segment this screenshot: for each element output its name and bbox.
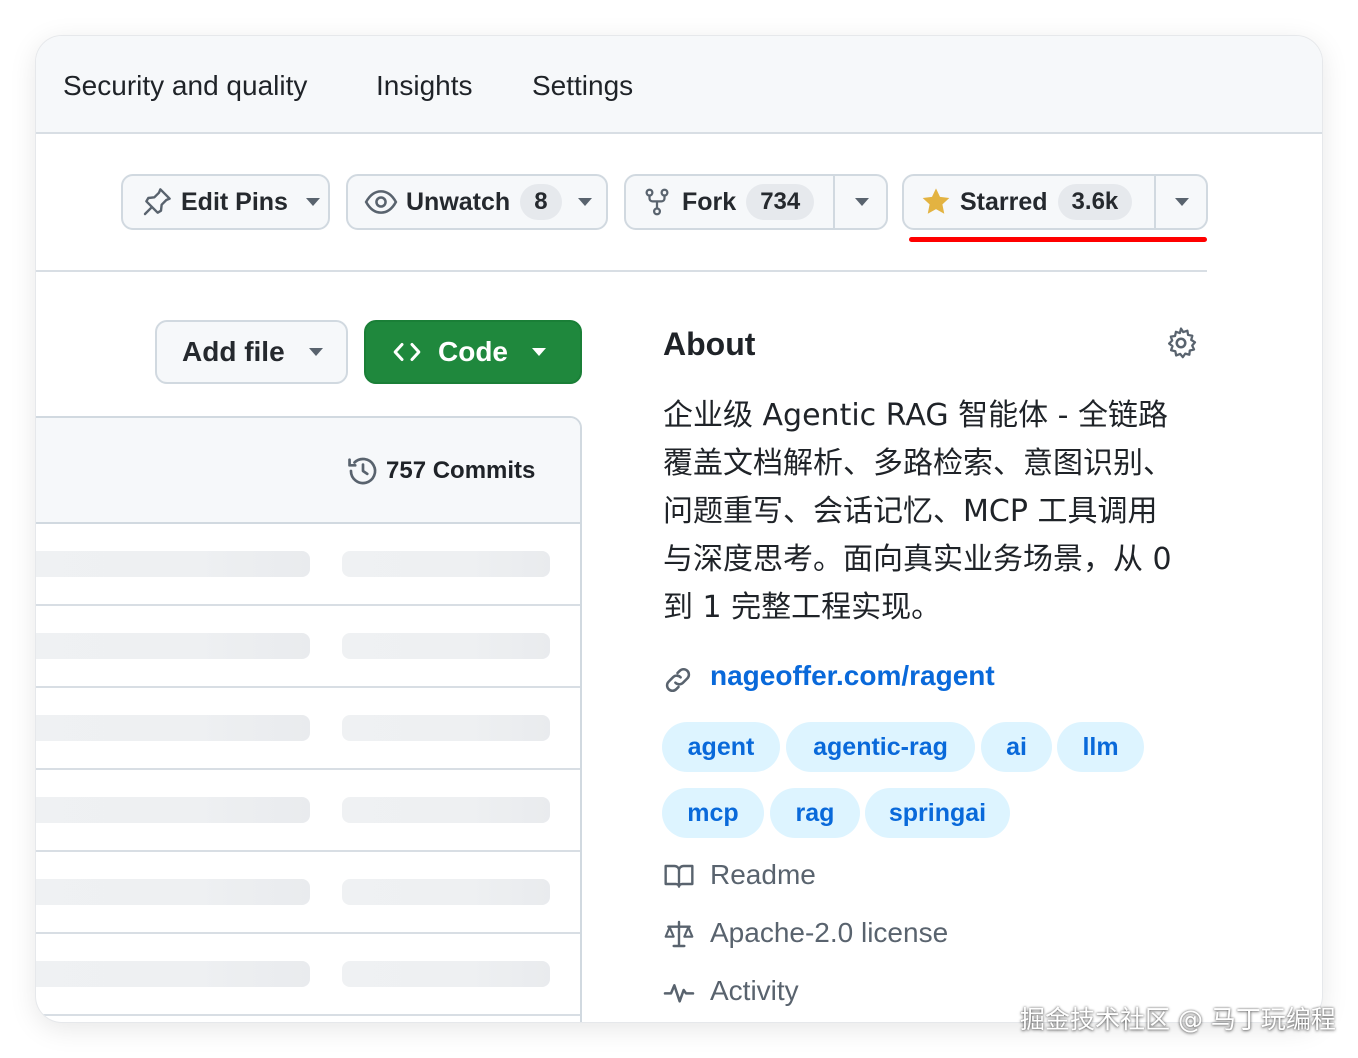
- code-button[interactable]: Code: [364, 320, 582, 384]
- highlight-underline: [909, 237, 1207, 242]
- repo-description: 企业级 Agentic RAG 智能体 - 全链路 覆盖文档解析、多路检索、意图…: [663, 392, 1213, 632]
- topic-tag[interactable]: agent: [662, 722, 780, 772]
- unwatch-button[interactable]: Unwatch 8: [346, 174, 608, 230]
- skeleton-bar: [342, 879, 550, 905]
- fork-count-badge: 734: [746, 184, 815, 220]
- chevron-down-icon: [577, 198, 592, 206]
- starred-button-group: Starred 3.6k: [902, 174, 1208, 230]
- skeleton-bar: [342, 633, 550, 659]
- book-icon: [664, 864, 694, 888]
- commits-label: 757 Commits: [386, 457, 536, 484]
- description-line: 企业级 Agentic RAG 智能体 - 全链路: [663, 398, 1169, 433]
- website-link[interactable]: nageoffer.com/ragent: [710, 660, 995, 692]
- tab-settings[interactable]: Settings: [532, 70, 633, 102]
- star-dropdown-button[interactable]: [1154, 176, 1208, 228]
- pin-icon: [143, 188, 171, 216]
- link-icon: [665, 667, 691, 693]
- file-list-header: 757 Commits: [36, 418, 580, 524]
- add-file-label: Add file: [182, 336, 285, 367]
- chevron-down-icon: [1175, 198, 1189, 206]
- fork-label[interactable]: Fork: [682, 188, 736, 217]
- watermark-text: 掘金技术社区 @ 马丁玩编程: [1020, 1005, 1336, 1034]
- topic-tag[interactable]: ai: [981, 722, 1052, 772]
- gear-icon[interactable]: [1164, 326, 1198, 360]
- skeleton-bar: [36, 715, 310, 741]
- file-row-skeleton: [36, 524, 580, 606]
- commits-link[interactable]: 757 Commits: [346, 454, 535, 488]
- topic-tag[interactable]: springai: [865, 788, 1010, 838]
- unwatch-label: Unwatch: [406, 187, 511, 216]
- add-file-button[interactable]: Add file: [155, 320, 348, 384]
- eye-icon: [364, 190, 398, 214]
- edit-pins-label: Edit Pins: [181, 187, 288, 216]
- chevron-down-icon: [308, 348, 323, 356]
- starred-label[interactable]: Starred: [960, 188, 1048, 217]
- activity-link[interactable]: Activity: [710, 975, 799, 1007]
- code-label: Code: [438, 336, 508, 367]
- topic-tag[interactable]: llm: [1057, 722, 1144, 772]
- chevron-down-icon: [305, 198, 320, 206]
- file-list: 757 Commits: [36, 416, 582, 1022]
- about-heading: About: [663, 326, 756, 362]
- file-row-skeleton: [36, 934, 580, 1016]
- star-fill-icon: [922, 188, 950, 214]
- file-row-skeleton: [36, 688, 580, 770]
- description-line: 与深度思考。面向真实业务场景，从 0: [663, 542, 1172, 577]
- pulse-icon: [663, 984, 695, 1003]
- history-icon: [348, 457, 377, 485]
- repo-page-card: Security and quality Insights Settings E…: [36, 36, 1322, 1022]
- chevron-down-icon: [854, 198, 869, 206]
- skeleton-bar: [36, 879, 310, 905]
- file-row-skeleton: [36, 852, 580, 934]
- section-divider: [36, 270, 1207, 272]
- topic-tag[interactable]: agentic-rag: [786, 722, 975, 772]
- description-line: 到 1 完整工程实现。: [663, 590, 942, 625]
- skeleton-bar: [36, 961, 310, 987]
- description-line: 覆盖文档解析、多路检索、意图识别、: [663, 446, 1173, 481]
- skeleton-bar: [342, 551, 550, 577]
- tab-security-and-quality[interactable]: Security and quality: [63, 70, 307, 102]
- topic-tag[interactable]: mcp: [662, 788, 764, 838]
- chevron-down-icon: [532, 348, 546, 356]
- license-link[interactable]: Apache-2.0 license: [710, 917, 948, 949]
- tab-insights[interactable]: Insights: [376, 70, 473, 102]
- edit-pins-button[interactable]: Edit Pins: [121, 174, 330, 230]
- repo-nav: Security and quality Insights Settings: [36, 36, 1322, 134]
- topic-tag[interactable]: rag: [770, 788, 860, 838]
- skeleton-bar: [36, 797, 310, 823]
- star-count-badge: 3.6k: [1057, 184, 1133, 220]
- fork-button-group: Fork 734: [624, 174, 888, 230]
- readme-link[interactable]: Readme: [710, 859, 816, 891]
- description-line: 问题重写、会话记忆、MCP 工具调用: [663, 494, 1158, 529]
- skeleton-bar: [36, 633, 310, 659]
- skeleton-bar: [342, 715, 550, 741]
- file-row-skeleton: [36, 770, 580, 852]
- law-icon: [664, 920, 694, 948]
- repo-forked-icon: [645, 188, 669, 216]
- file-row-skeleton: [36, 606, 580, 688]
- skeleton-bar: [36, 551, 310, 577]
- code-icon: [393, 343, 421, 361]
- skeleton-bar: [342, 961, 550, 987]
- skeleton-bar: [342, 797, 550, 823]
- fork-dropdown-button[interactable]: [833, 176, 888, 228]
- watch-count-badge: 8: [520, 184, 562, 220]
